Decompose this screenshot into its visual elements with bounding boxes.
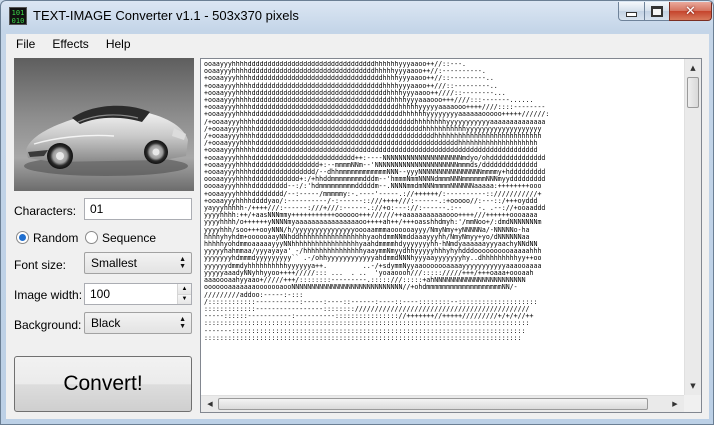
source-image-preview [14,58,194,191]
app-window: 101 010 TEXT-IMAGE Converter v1.1 - 503x… [0,0,714,425]
horizontal-scrollbar[interactable]: ◀ ▶ [201,395,684,412]
spin-up-icon[interactable]: ▲ [178,284,191,295]
spin-down-icon[interactable]: ▼ [178,294,191,304]
window-title: TEXT-IMAGE Converter v1.1 - 503x370 pixe… [33,8,299,23]
scroll-left-icon[interactable]: ◀ [202,396,218,412]
title-bar[interactable]: 101 010 TEXT-IMAGE Converter v1.1 - 503x… [1,1,713,31]
menu-help[interactable]: Help [96,37,138,51]
app-binary-icon: 101 010 [9,7,27,25]
menu-bar: File Effects Help [6,34,709,54]
close-icon: ✕ [685,3,696,19]
up-down-arrows-icon: ▲ ▼ [179,316,186,330]
font-size-label: Font size: [14,258,67,272]
image-width-spin-buttons: ▲ ▼ [177,284,191,304]
minimize-button[interactable] [618,2,645,21]
ascii-art-text: ooaayyyhhhhddddddddddddddddddddddddddddd… [204,61,550,342]
sequence-label: Sequence [102,231,157,245]
up-down-arrows-icon: ▲ ▼ [179,256,186,270]
scroll-up-icon[interactable]: ▲ [685,60,701,76]
scroll-right-icon[interactable]: ▶ [667,396,683,412]
sequence-radio[interactable] [85,231,98,244]
image-width-stepper[interactable]: 100 ▲ ▼ [84,283,192,305]
vertical-scroll-thumb[interactable] [687,77,699,108]
ascii-output-area[interactable]: ooaayyyhhhhddddddddddddddddddddddddddddd… [200,58,702,413]
car-image [14,58,194,191]
menu-file[interactable]: File [6,37,42,51]
horizontal-scroll-thumb[interactable] [218,398,648,410]
random-radio[interactable] [16,231,29,244]
background-select[interactable]: Black ▲ ▼ [84,312,192,334]
font-size-select[interactable]: Smallest ▲ ▼ [84,252,192,274]
convert-button[interactable]: Convert! [14,356,192,412]
menu-effects[interactable]: Effects [42,37,95,51]
random-label: Random [33,231,79,245]
image-width-label: Image width: [14,288,83,302]
maximize-button[interactable] [644,2,670,21]
background-label: Background: [14,318,82,332]
image-width-value: 100 [90,287,111,301]
vertical-scrollbar[interactable]: ▲ ▼ [684,59,701,395]
maximize-icon [651,5,663,17]
scroll-corner [684,395,701,412]
close-button[interactable]: ✕ [669,2,712,21]
characters-label: Characters: [14,204,77,218]
scroll-down-icon[interactable]: ▼ [685,378,701,394]
minimize-icon [626,11,637,17]
font-size-value: Smallest [91,256,138,270]
client-area: Characters: 01 Random Sequence Font size… [6,54,709,419]
characters-input[interactable]: 01 [84,198,192,220]
background-value: Black [91,316,121,330]
